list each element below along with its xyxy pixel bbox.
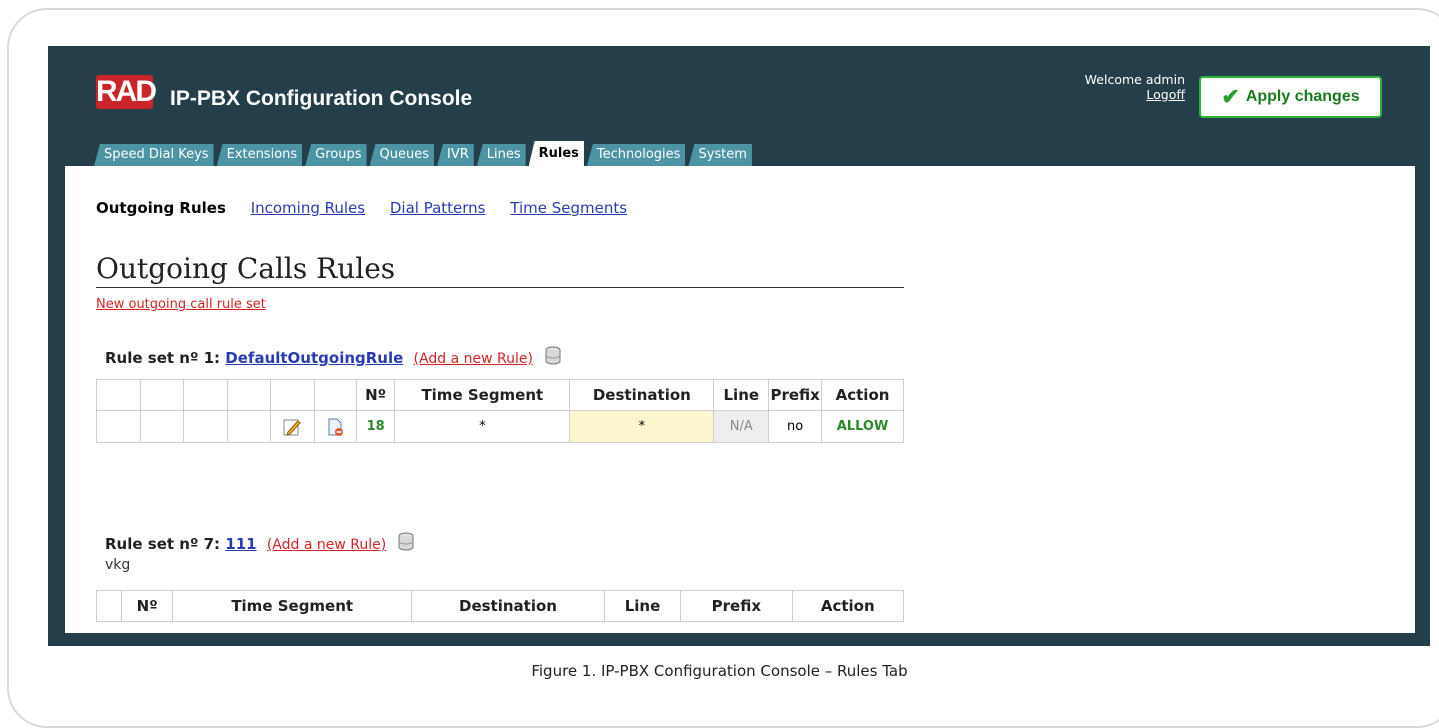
col-prefix: Prefix bbox=[768, 379, 823, 411]
empty-cell bbox=[96, 410, 141, 443]
tab-system[interactable]: System bbox=[688, 144, 752, 166]
apply-changes-button[interactable]: ✔ Apply changes bbox=[1199, 76, 1382, 118]
logoff-link[interactable]: Logoff bbox=[1085, 87, 1185, 102]
empty-header bbox=[96, 379, 141, 411]
rule-destination: * bbox=[569, 410, 715, 443]
rule-action: ALLOW bbox=[821, 410, 904, 443]
tab-speed-dial-keys[interactable]: Speed Dial Keys bbox=[94, 144, 214, 166]
table-header-row: Nº Time Segment Destination Line Prefix … bbox=[95, 590, 905, 622]
tab-queues[interactable]: Queues bbox=[369, 144, 434, 166]
delete-icon[interactable] bbox=[325, 417, 345, 437]
rule-line: N/A bbox=[713, 410, 770, 443]
col-line: Line bbox=[713, 379, 770, 411]
ruleset-7-header: Rule set nº 7: 111 (Add a new Rule) bbox=[105, 532, 415, 553]
ruleset-7-prefix: Rule set nº 7: bbox=[105, 535, 221, 553]
ruleset-7-table: Nº Time Segment Destination Line Prefix … bbox=[95, 590, 905, 622]
col-prefix: Prefix bbox=[680, 590, 793, 622]
page-title: Outgoing Calls Rules bbox=[96, 252, 904, 288]
empty-header bbox=[139, 379, 184, 411]
tab-technologies[interactable]: Technologies bbox=[586, 144, 686, 166]
empty-header bbox=[183, 379, 228, 411]
delete-cell bbox=[313, 410, 357, 443]
empty-header bbox=[95, 590, 123, 622]
rule-number: 18 bbox=[355, 410, 396, 443]
ruleset-7-add-rule-link[interactable]: (Add a new Rule) bbox=[267, 537, 386, 553]
subnav-incoming-rules[interactable]: Incoming Rules bbox=[251, 199, 365, 217]
empty-header bbox=[226, 379, 271, 411]
edit-cell bbox=[270, 410, 315, 443]
subnav-dial-patterns[interactable]: Dial Patterns bbox=[390, 199, 486, 217]
ruleset-1-table: Nº Time Segment Destination Line Prefix … bbox=[96, 379, 904, 443]
apply-changes-label: Apply changes bbox=[1245, 88, 1360, 105]
ruleset-1-name-link[interactable]: DefaultOutgoingRule bbox=[225, 349, 403, 367]
empty-header bbox=[313, 379, 357, 411]
ruleset-1-add-rule-link[interactable]: (Add a new Rule) bbox=[414, 351, 533, 367]
col-time-segment: Time Segment bbox=[394, 379, 571, 411]
empty-cell bbox=[139, 410, 184, 443]
subnav-outgoing-rules[interactable]: Outgoing Rules bbox=[96, 199, 226, 217]
col-line: Line bbox=[603, 590, 682, 622]
figure-caption: Figure 1. IP-PBX Configuration Console –… bbox=[531, 662, 908, 680]
empty-header bbox=[270, 379, 315, 411]
table-row: 18 * * N/A no ALLOW bbox=[96, 410, 904, 443]
ruleset-1-prefix: Rule set nº 1: bbox=[105, 349, 221, 367]
empty-cell bbox=[226, 410, 271, 443]
col-action: Action bbox=[791, 590, 905, 622]
rule-prefix: no bbox=[768, 410, 823, 443]
col-destination: Destination bbox=[411, 590, 605, 622]
rule-time-segment: * bbox=[394, 410, 571, 443]
database-icon[interactable] bbox=[397, 532, 415, 552]
content-panel: Outgoing Rules Incoming Rules Dial Patte… bbox=[65, 166, 1415, 633]
ruleset-7-name-link[interactable]: 111 bbox=[225, 535, 256, 553]
col-time-segment: Time Segment bbox=[172, 590, 413, 622]
rad-logo: RAD bbox=[96, 75, 157, 109]
tab-ivr[interactable]: IVR bbox=[437, 144, 474, 166]
console-window: RAD IP-PBX Configuration Console Welcome… bbox=[48, 46, 1430, 646]
main-tabs: Speed Dial Keys Extensions Groups Queues… bbox=[94, 141, 755, 166]
tab-lines[interactable]: Lines bbox=[476, 144, 526, 166]
user-panel: Welcome admin Logoff bbox=[1085, 72, 1185, 102]
col-destination: Destination bbox=[569, 379, 715, 411]
database-icon[interactable] bbox=[544, 346, 562, 366]
col-number: Nº bbox=[355, 379, 396, 411]
table-header-row: Nº Time Segment Destination Line Prefix … bbox=[96, 379, 904, 411]
app-title: IP-PBX Configuration Console bbox=[170, 87, 473, 110]
col-action: Action bbox=[821, 379, 904, 411]
new-rule-set-link[interactable]: New outgoing call rule set bbox=[96, 297, 266, 312]
subnav-time-segments[interactable]: Time Segments bbox=[510, 199, 627, 217]
ruleset-7-description: vkg bbox=[105, 557, 131, 573]
edit-icon[interactable] bbox=[282, 417, 302, 437]
tab-groups[interactable]: Groups bbox=[305, 144, 367, 166]
rules-subnav: Outgoing Rules Incoming Rules Dial Patte… bbox=[96, 199, 647, 217]
empty-cell bbox=[183, 410, 228, 443]
col-number: Nº bbox=[121, 590, 174, 622]
checkmark-icon: ✔ bbox=[1221, 84, 1240, 109]
tab-extensions[interactable]: Extensions bbox=[216, 144, 303, 166]
tab-rules[interactable]: Rules bbox=[528, 141, 584, 166]
ruleset-1-header: Rule set nº 1: DefaultOutgoingRule (Add … bbox=[105, 346, 562, 367]
welcome-text: Welcome admin bbox=[1084, 72, 1185, 87]
